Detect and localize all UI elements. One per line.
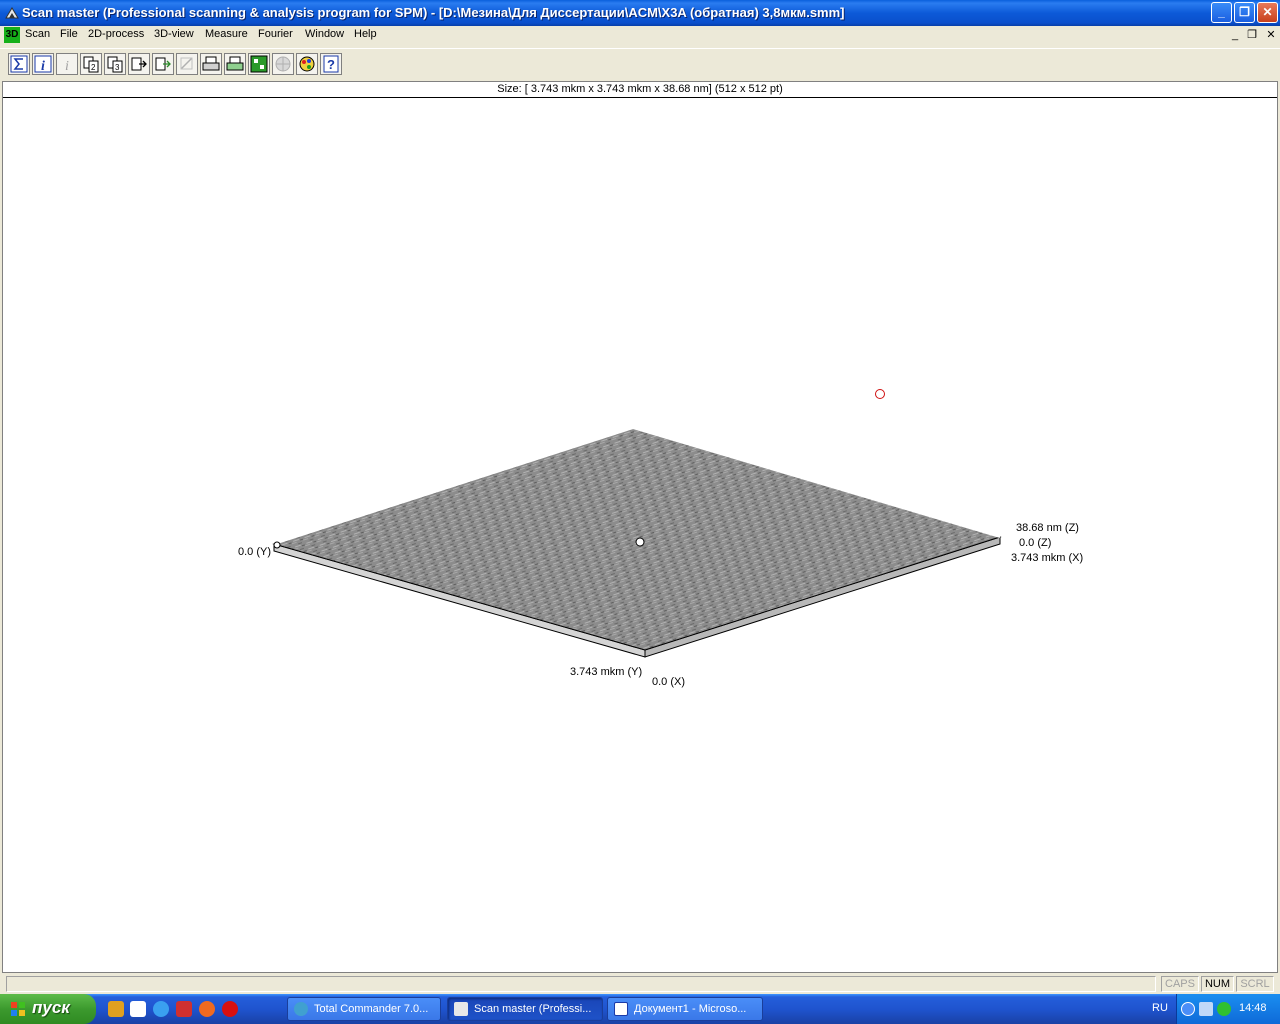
scan-master-task-icon bbox=[454, 1002, 468, 1016]
minimize-button[interactable]: _ bbox=[1211, 2, 1232, 23]
center-handle[interactable] bbox=[635, 537, 645, 547]
window-title: Scan master (Professional scanning & ana… bbox=[22, 5, 845, 20]
menu-2d-process[interactable]: 2D-process bbox=[88, 28, 144, 40]
help-icon[interactable]: ? bbox=[320, 53, 342, 75]
palette-icon[interactable] bbox=[296, 53, 318, 75]
menu-file[interactable]: File bbox=[60, 28, 78, 40]
caps-indicator: CAPS bbox=[1161, 976, 1199, 992]
mdi-close-button[interactable]: ✕ bbox=[1264, 28, 1278, 42]
export-2-icon[interactable] bbox=[152, 53, 174, 75]
info-disabled-icon: i bbox=[56, 53, 78, 75]
status-bar: CAPS NUM SCRL bbox=[0, 974, 1280, 994]
menu-help[interactable]: Help bbox=[354, 28, 377, 40]
copy-2-icon[interactable]: 2 bbox=[80, 53, 102, 75]
rotation-cursor[interactable] bbox=[875, 389, 885, 399]
start-button[interactable]: пуск bbox=[0, 994, 96, 1024]
close-button[interactable]: ✕ bbox=[1257, 2, 1278, 23]
task-word-document-label: Документ1 - Microso... bbox=[634, 1003, 747, 1015]
opera-icon[interactable] bbox=[222, 1001, 238, 1017]
mdi-restore-button[interactable]: ❐ bbox=[1245, 28, 1259, 42]
x-origin-label: 0.0 (X) bbox=[652, 676, 686, 688]
svg-text:i: i bbox=[65, 59, 69, 74]
windows-flag-icon bbox=[11, 1002, 25, 1016]
z-max-label: 38.68 nm (Z) bbox=[1016, 522, 1079, 534]
menu-window[interactable]: Window bbox=[305, 28, 344, 40]
task-total-commander-label: Total Commander 7.0... bbox=[314, 1003, 429, 1015]
document-window[interactable]: Size: [ 3.743 mkm x 3.743 mkm x 38.68 nm… bbox=[2, 81, 1278, 973]
svg-text:i: i bbox=[41, 59, 45, 74]
clock[interactable]: 14:48 bbox=[1239, 1002, 1267, 1014]
title-bar[interactable]: Scan master (Professional scanning & ana… bbox=[0, 0, 1280, 26]
menu-3d-view[interactable]: 3D-view bbox=[154, 28, 194, 40]
info-icon[interactable]: i bbox=[32, 53, 54, 75]
num-indicator: NUM bbox=[1201, 976, 1234, 992]
y-origin-label: 0.0 (Y) bbox=[238, 546, 272, 558]
task-word-document[interactable]: Документ1 - Microso... bbox=[607, 997, 763, 1021]
quicklaunch-4-icon[interactable] bbox=[176, 1001, 192, 1017]
print-icon[interactable] bbox=[200, 53, 222, 75]
task-scan-master[interactable]: Scan master (Professi... bbox=[447, 997, 603, 1021]
scan-master-app-icon[interactable] bbox=[4, 5, 20, 21]
network-icon[interactable] bbox=[1199, 1002, 1213, 1016]
menu-scan[interactable]: Scan bbox=[25, 28, 50, 40]
stats-icon[interactable] bbox=[248, 53, 270, 75]
3d-surface-view[interactable] bbox=[3, 82, 1277, 972]
tray-expand-icon[interactable] bbox=[1181, 1002, 1195, 1016]
icq-agent-icon[interactable] bbox=[1217, 1002, 1231, 1016]
task-scan-master-label: Scan master (Professi... bbox=[474, 1003, 592, 1015]
svg-text:3: 3 bbox=[115, 63, 120, 72]
disabled-globe-icon bbox=[272, 53, 294, 75]
mail-agent-icon[interactable] bbox=[199, 1001, 215, 1017]
toolbar: i i 2 3 ? bbox=[0, 48, 1280, 80]
quicklaunch-2-icon[interactable] bbox=[130, 1001, 146, 1017]
x-max-label: 3.743 mkm (X) bbox=[1011, 552, 1084, 564]
language-indicator[interactable]: RU bbox=[1152, 1002, 1168, 1014]
sigma-icon[interactable] bbox=[8, 53, 30, 75]
z-origin-label: 0.0 (Z) bbox=[1019, 537, 1052, 549]
task-total-commander[interactable]: Total Commander 7.0... bbox=[287, 997, 441, 1021]
svg-text:2: 2 bbox=[91, 63, 96, 72]
status-message-pane bbox=[6, 976, 1156, 992]
menu-fourier[interactable]: Fourier bbox=[258, 28, 293, 40]
start-label: пуск bbox=[32, 998, 70, 1017]
copy-3-icon[interactable]: 3 bbox=[104, 53, 126, 75]
export-1-icon[interactable] bbox=[128, 53, 150, 75]
scrl-indicator: SCRL bbox=[1236, 976, 1274, 992]
maximize-button[interactable]: ❐ bbox=[1234, 2, 1255, 23]
quicklaunch-1-icon[interactable] bbox=[108, 1001, 124, 1017]
svg-text:?: ? bbox=[327, 57, 335, 72]
menu-measure[interactable]: Measure bbox=[205, 28, 248, 40]
document-3d-icon[interactable]: 3D bbox=[4, 27, 20, 43]
y-max-label: 3.743 mkm (Y) bbox=[570, 666, 643, 678]
menu-bar: 3D Scan File 2D-process 3D-view Measure … bbox=[0, 26, 1280, 45]
total-commander-icon bbox=[294, 1002, 308, 1016]
disabled-tool-icon bbox=[176, 53, 198, 75]
taskbar: пуск Total Commander 7.0... Scan master … bbox=[0, 994, 1280, 1024]
internet-explorer-icon[interactable] bbox=[153, 1001, 169, 1017]
print-setup-icon[interactable] bbox=[224, 53, 246, 75]
mdi-minimize-button[interactable]: _ bbox=[1228, 28, 1242, 42]
system-tray: 14:48 bbox=[1176, 994, 1280, 1024]
origin-marker[interactable] bbox=[273, 541, 281, 549]
word-icon bbox=[614, 1002, 628, 1016]
